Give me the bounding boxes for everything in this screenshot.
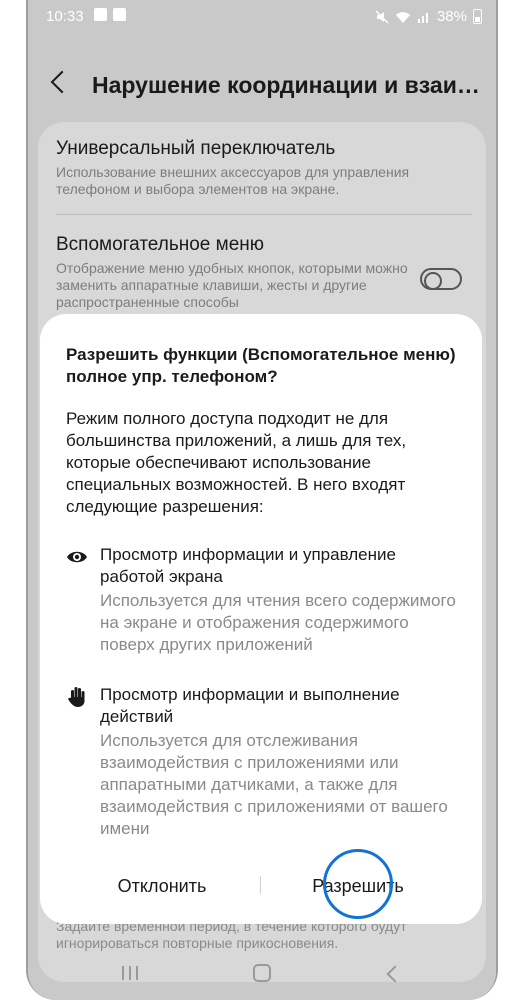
notification-icon <box>94 8 107 21</box>
status-right-icons: 38% <box>375 8 482 25</box>
battery-percent: 38% <box>436 8 467 25</box>
check-icon <box>113 8 126 21</box>
setting-universal-switch[interactable]: Универсальный переключатель Использовани… <box>56 138 476 198</box>
deny-button[interactable]: Отклонить <box>62 864 262 908</box>
divider <box>56 214 472 215</box>
hand-icon <box>68 687 85 707</box>
recent-apps-icon[interactable] <box>122 966 138 980</box>
eye-icon <box>67 551 87 563</box>
navigation-bar <box>28 948 496 1000</box>
permission-dialog: Разрешить функции (Вспомогательное меню)… <box>40 314 482 924</box>
setting-title: Универсальный переключатель <box>56 138 336 159</box>
signal-icon <box>417 12 428 23</box>
page-title: Нарушение координации и взаим... <box>92 72 488 98</box>
dialog-body: Режим полного доступа подходит не для бо… <box>66 409 407 516</box>
setting-subtitle: Использование внешних аксессуаров для уп… <box>56 164 410 197</box>
dialog-title: Разрешить функции (Вспомогательное меню)… <box>66 345 456 386</box>
back-arrow-icon[interactable] <box>50 70 74 94</box>
app-header: Нарушение координации и взаим... <box>28 58 496 114</box>
nav-back-icon[interactable] <box>386 965 404 983</box>
permission-title: Просмотр информации и управление работой… <box>100 545 396 586</box>
home-icon[interactable] <box>253 964 271 982</box>
setting-title: Вспомогательное меню <box>56 234 265 255</box>
permission-title: Просмотр информации и выполнение действи… <box>100 685 400 726</box>
battery-icon <box>473 9 482 24</box>
setting-subtitle: Отображение меню удобных кнопок, которым… <box>56 260 408 310</box>
status-bar: 10:33 38% <box>28 0 496 34</box>
tap-indicator <box>323 849 393 919</box>
permission-description: Используется для отслеживания взаимодейс… <box>100 731 448 838</box>
setting-assistant-menu[interactable]: Вспомогательное меню Отображение меню уд… <box>56 234 416 311</box>
wifi-icon <box>395 11 410 23</box>
permission-description: Используется для чтения всего содержимог… <box>100 591 456 654</box>
status-left-icons <box>94 8 126 21</box>
status-time: 10:33 <box>46 8 84 25</box>
mute-icon <box>375 9 389 24</box>
assistant-menu-toggle[interactable] <box>420 268 462 290</box>
